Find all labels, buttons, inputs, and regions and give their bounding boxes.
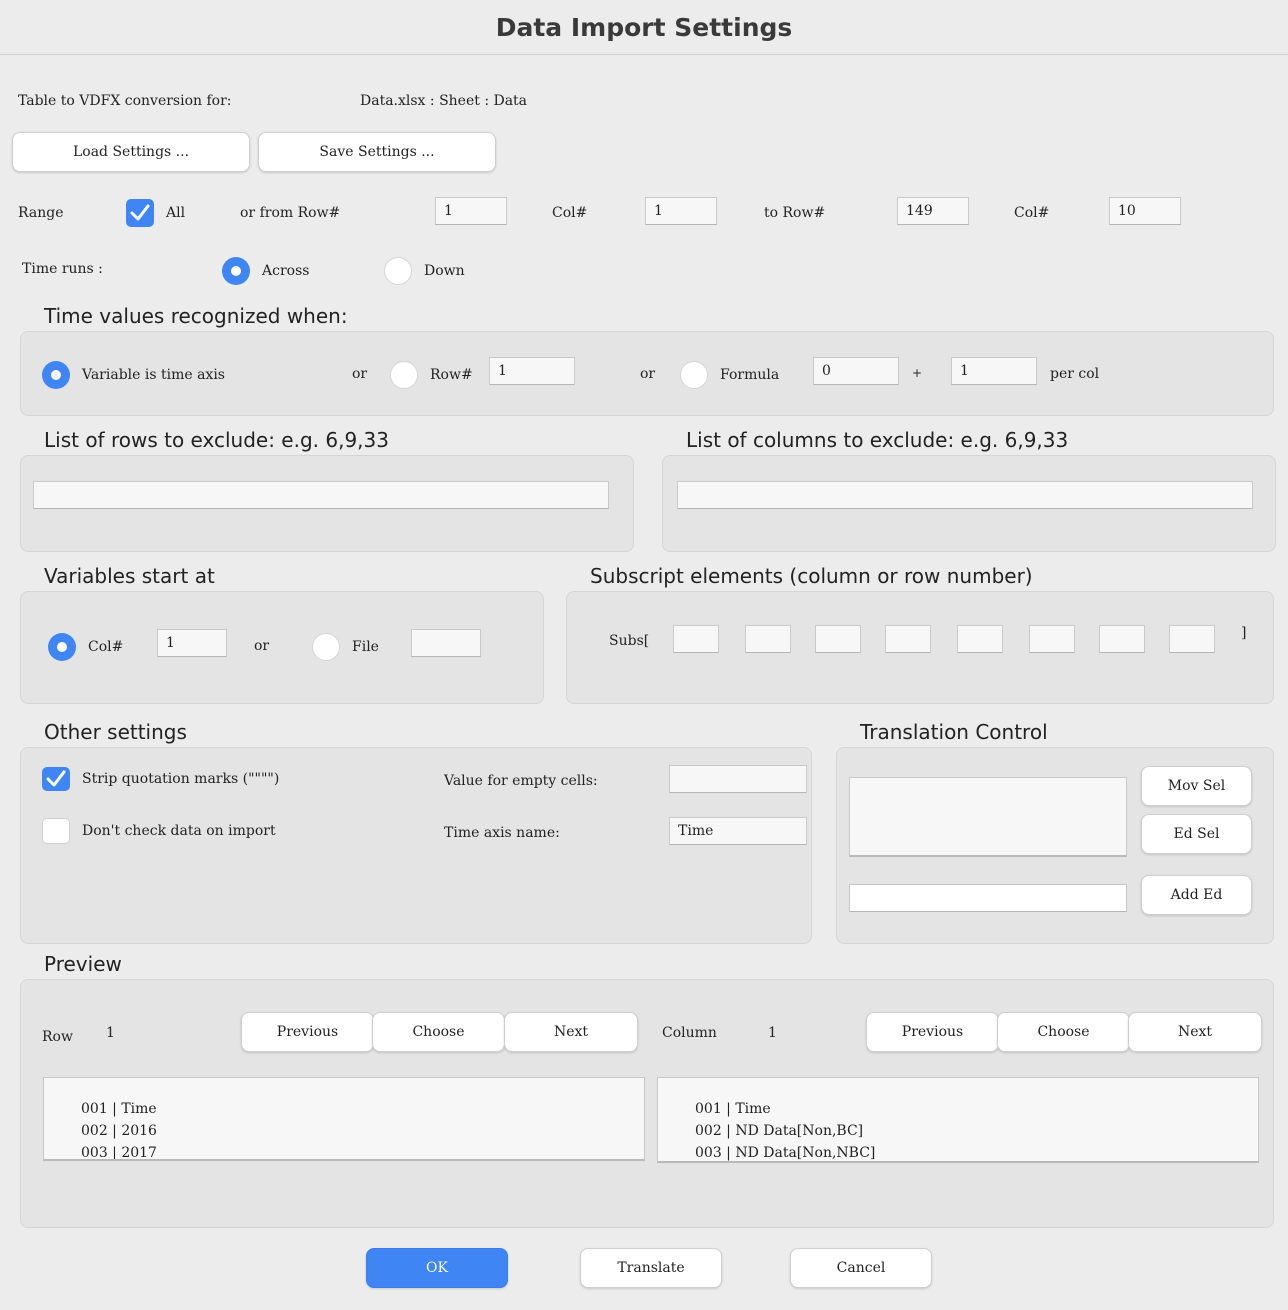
- subscript-input-5[interactable]: [957, 625, 1003, 653]
- formula-step-input[interactable]: [951, 357, 1037, 385]
- list-item: 002 | ND Data[Non,BC]: [695, 1123, 864, 1139]
- subscript-input-8[interactable]: [1169, 625, 1215, 653]
- or-label-1: or: [352, 366, 368, 382]
- time-runs-down-radio[interactable]: [384, 257, 412, 285]
- checkmark-icon: [130, 204, 150, 221]
- title-bar: Data Import Settings: [0, 0, 1288, 55]
- translation-edit-input[interactable]: [849, 884, 1127, 912]
- per-col-label: per col: [1050, 366, 1100, 382]
- from-row-label: or from Row#: [240, 205, 341, 221]
- list-item: 001 | Time: [81, 1101, 157, 1117]
- exclude-rows-heading: List of rows to exclude: e.g. 6,9,33: [44, 428, 389, 452]
- formula-label: Formula: [720, 367, 780, 383]
- subs-prefix-label: Subs[: [609, 633, 650, 649]
- preview-column-value: 1: [768, 1025, 777, 1041]
- range-all-label: All: [166, 205, 186, 221]
- or-label-2: or: [640, 366, 656, 382]
- time-values-heading: Time values recognized when:: [44, 304, 348, 328]
- exclude-rows-input[interactable]: [33, 481, 609, 509]
- empty-cells-input[interactable]: [669, 765, 807, 793]
- variables-file-input[interactable]: [411, 629, 481, 657]
- source-file-label: Data.xlsx : Sheet : Data: [360, 93, 528, 109]
- time-runs-across-radio[interactable]: [222, 257, 250, 285]
- row-next-button[interactable]: Next: [504, 1012, 638, 1052]
- column-preview-list[interactable]: 001 | Time 002 | ND Data[Non,BC] 003 | N…: [657, 1077, 1259, 1163]
- checkmark-icon: [46, 770, 66, 787]
- variable-time-axis-radio[interactable]: [42, 361, 70, 389]
- subscript-input-7[interactable]: [1099, 625, 1145, 653]
- empty-cells-label: Value for empty cells:: [444, 773, 598, 789]
- load-settings-button[interactable]: Load Settings ...: [12, 132, 250, 172]
- list-item: 003 | ND Data[Non,NBC]: [695, 1145, 876, 1161]
- time-axis-name-label: Time axis name:: [444, 825, 560, 841]
- list-item: 002 | 2016: [81, 1123, 157, 1139]
- ok-button[interactable]: OK: [366, 1248, 508, 1288]
- column-next-button[interactable]: Next: [1128, 1012, 1262, 1052]
- exclude-cols-input[interactable]: [677, 481, 1253, 509]
- save-settings-button[interactable]: Save Settings ...: [258, 132, 496, 172]
- to-col-label: Col#: [1014, 205, 1050, 221]
- mov-sel-button[interactable]: Mov Sel: [1141, 766, 1252, 806]
- time-runs-label: Time runs :: [22, 261, 103, 277]
- subscript-input-2[interactable]: [745, 625, 791, 653]
- dont-check-data-label: Don't check data on import: [82, 823, 276, 839]
- variables-file-radio[interactable]: [312, 633, 340, 661]
- formula-start-input[interactable]: [813, 357, 899, 385]
- translation-heading: Translation Control: [860, 720, 1048, 744]
- from-row-input[interactable]: [435, 197, 507, 225]
- column-previous-button[interactable]: Previous: [866, 1012, 999, 1052]
- variables-file-label: File: [352, 639, 379, 655]
- range-label: Range: [18, 205, 64, 221]
- to-row-input[interactable]: [897, 197, 969, 225]
- variables-col-radio[interactable]: [48, 633, 76, 661]
- subscripts-heading: Subscript elements (column or row number…: [590, 564, 1033, 588]
- dont-check-data-checkbox[interactable]: [42, 818, 70, 844]
- preview-row-value: 1: [106, 1025, 115, 1041]
- preview-row-label: Row: [42, 1029, 73, 1045]
- subscript-input-4[interactable]: [885, 625, 931, 653]
- window-title: Data Import Settings: [495, 12, 793, 42]
- translation-list[interactable]: [849, 777, 1127, 857]
- list-item: 003 | 2017: [81, 1145, 157, 1161]
- range-all-checkbox[interactable]: [126, 199, 154, 227]
- row-previous-button[interactable]: Previous: [241, 1012, 374, 1052]
- subscript-input-1[interactable]: [673, 625, 719, 653]
- list-item: 001 | Time: [695, 1101, 771, 1117]
- from-col-label: Col#: [552, 205, 588, 221]
- formula-radio[interactable]: [680, 361, 708, 389]
- column-choose-button[interactable]: Choose: [997, 1012, 1130, 1052]
- plus-label: +: [912, 366, 923, 380]
- subscript-input-6[interactable]: [1029, 625, 1075, 653]
- to-row-label: to Row#: [764, 205, 826, 221]
- preview-column-label: Column: [662, 1025, 717, 1041]
- strip-quotes-checkbox[interactable]: [42, 767, 70, 791]
- add-ed-button[interactable]: Add Ed: [1141, 875, 1252, 915]
- conversion-label: Table to VDFX conversion for:: [18, 93, 232, 109]
- preview-heading: Preview: [44, 952, 122, 976]
- variables-col-input[interactable]: [157, 629, 227, 657]
- cancel-button[interactable]: Cancel: [790, 1248, 932, 1288]
- ed-sel-button[interactable]: Ed Sel: [1141, 814, 1252, 854]
- strip-quotes-label: Strip quotation marks (""""): [82, 771, 280, 787]
- subscript-input-3[interactable]: [815, 625, 861, 653]
- time-row-input[interactable]: [489, 357, 575, 385]
- exclude-cols-heading: List of columns to exclude: e.g. 6,9,33: [686, 428, 1069, 452]
- variables-or-label: or: [254, 638, 270, 654]
- row-preview-list[interactable]: 001 | Time 002 | 2016 003 | 2017: [43, 1077, 645, 1161]
- from-col-input[interactable]: [645, 197, 717, 225]
- variable-time-axis-label: Variable is time axis: [82, 367, 225, 383]
- time-runs-down-label: Down: [424, 263, 465, 279]
- translate-button[interactable]: Translate: [580, 1248, 722, 1288]
- variables-col-label: Col#: [88, 639, 124, 655]
- time-runs-across-label: Across: [262, 263, 310, 279]
- time-axis-name-input[interactable]: [669, 817, 807, 845]
- row-choose-button[interactable]: Choose: [372, 1012, 505, 1052]
- time-row-label: Row#: [430, 367, 473, 383]
- time-row-radio[interactable]: [390, 361, 418, 389]
- variables-start-heading: Variables start at: [44, 564, 215, 588]
- to-col-input[interactable]: [1109, 197, 1181, 225]
- other-settings-heading: Other settings: [44, 720, 187, 744]
- subs-suffix-label: ]: [1241, 625, 1247, 641]
